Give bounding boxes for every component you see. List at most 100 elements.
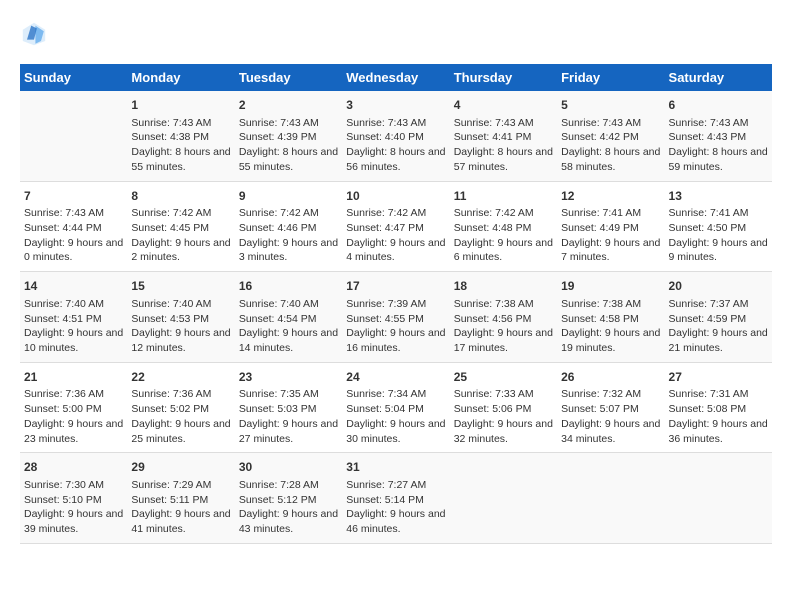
cell-info: Daylight: 9 hours and 10 minutes.	[24, 327, 123, 354]
day-number: 24	[346, 369, 445, 386]
day-number: 7	[24, 188, 123, 205]
day-number: 26	[561, 369, 660, 386]
day-number: 6	[669, 97, 768, 114]
days-of-week-row: SundayMondayTuesdayWednesdayThursdayFrid…	[20, 64, 772, 91]
cell-info: Daylight: 9 hours and 23 minutes.	[24, 418, 123, 445]
cell-info: Daylight: 9 hours and 41 minutes.	[131, 508, 230, 535]
cell-info: Sunset: 4:40 PM	[346, 131, 424, 143]
calendar-cell: 2Sunrise: 7:43 AMSunset: 4:39 PMDaylight…	[235, 91, 342, 181]
cell-info: Sunrise: 7:43 AM	[24, 207, 104, 219]
cell-info: Sunrise: 7:36 AM	[131, 388, 211, 400]
cell-info: Daylight: 9 hours and 21 minutes.	[669, 327, 768, 354]
cell-info: Daylight: 9 hours and 19 minutes.	[561, 327, 660, 354]
cell-info: Sunrise: 7:27 AM	[346, 479, 426, 491]
calendar-cell: 9Sunrise: 7:42 AMSunset: 4:46 PMDaylight…	[235, 181, 342, 272]
day-number: 30	[239, 459, 338, 476]
day-number: 8	[131, 188, 230, 205]
cell-info: Sunset: 5:11 PM	[131, 494, 208, 506]
cell-info: Sunrise: 7:28 AM	[239, 479, 319, 491]
day-number: 13	[669, 188, 768, 205]
calendar-cell: 8Sunrise: 7:42 AMSunset: 4:45 PMDaylight…	[127, 181, 234, 272]
day-number: 16	[239, 278, 338, 295]
cell-info: Sunrise: 7:38 AM	[454, 298, 534, 310]
day-number: 3	[346, 97, 445, 114]
calendar-header: SundayMondayTuesdayWednesdayThursdayFrid…	[20, 64, 772, 91]
cell-info: Sunrise: 7:39 AM	[346, 298, 426, 310]
cell-info: Daylight: 9 hours and 17 minutes.	[454, 327, 553, 354]
calendar-cell	[450, 453, 557, 544]
cell-info: Sunset: 5:04 PM	[346, 403, 424, 415]
calendar-cell: 1Sunrise: 7:43 AMSunset: 4:38 PMDaylight…	[127, 91, 234, 181]
cell-info: Daylight: 9 hours and 27 minutes.	[239, 418, 338, 445]
day-number: 14	[24, 278, 123, 295]
day-number: 23	[239, 369, 338, 386]
cell-info: Daylight: 9 hours and 25 minutes.	[131, 418, 230, 445]
day-number: 5	[561, 97, 660, 114]
cell-info: Daylight: 8 hours and 58 minutes.	[561, 146, 660, 173]
logo-icon	[20, 20, 48, 48]
day-number: 21	[24, 369, 123, 386]
day-number: 17	[346, 278, 445, 295]
day-number: 29	[131, 459, 230, 476]
cell-info: Sunrise: 7:32 AM	[561, 388, 641, 400]
calendar-cell	[557, 453, 664, 544]
cell-info: Sunrise: 7:43 AM	[454, 117, 534, 129]
day-header-thursday: Thursday	[450, 64, 557, 91]
day-number: 18	[454, 278, 553, 295]
cell-info: Sunset: 4:50 PM	[669, 222, 747, 234]
day-number: 4	[454, 97, 553, 114]
day-header-wednesday: Wednesday	[342, 64, 449, 91]
day-number: 19	[561, 278, 660, 295]
day-number: 2	[239, 97, 338, 114]
cell-info: Sunrise: 7:41 AM	[561, 207, 641, 219]
calendar-cell: 24Sunrise: 7:34 AMSunset: 5:04 PMDayligh…	[342, 362, 449, 453]
cell-info: Daylight: 8 hours and 59 minutes.	[669, 146, 768, 173]
cell-info: Daylight: 9 hours and 4 minutes.	[346, 237, 445, 264]
calendar-cell: 16Sunrise: 7:40 AMSunset: 4:54 PMDayligh…	[235, 272, 342, 363]
cell-info: Daylight: 9 hours and 14 minutes.	[239, 327, 338, 354]
cell-info: Sunrise: 7:42 AM	[239, 207, 319, 219]
cell-info: Sunrise: 7:43 AM	[239, 117, 319, 129]
cell-info: Daylight: 9 hours and 12 minutes.	[131, 327, 230, 354]
cell-info: Sunrise: 7:42 AM	[131, 207, 211, 219]
cell-info: Sunset: 4:46 PM	[239, 222, 317, 234]
calendar-cell: 25Sunrise: 7:33 AMSunset: 5:06 PMDayligh…	[450, 362, 557, 453]
calendar-cell: 28Sunrise: 7:30 AMSunset: 5:10 PMDayligh…	[20, 453, 127, 544]
cell-info: Sunset: 4:39 PM	[239, 131, 317, 143]
cell-info: Sunset: 4:56 PM	[454, 313, 532, 325]
cell-info: Sunrise: 7:43 AM	[346, 117, 426, 129]
cell-info: Sunset: 5:14 PM	[346, 494, 424, 506]
cell-info: Sunrise: 7:42 AM	[454, 207, 534, 219]
cell-info: Daylight: 9 hours and 46 minutes.	[346, 508, 445, 535]
cell-info: Sunset: 5:07 PM	[561, 403, 639, 415]
cell-info: Daylight: 8 hours and 57 minutes.	[454, 146, 553, 173]
cell-info: Sunrise: 7:33 AM	[454, 388, 534, 400]
cell-info: Daylight: 9 hours and 2 minutes.	[131, 237, 230, 264]
day-header-sunday: Sunday	[20, 64, 127, 91]
cell-info: Sunrise: 7:31 AM	[669, 388, 749, 400]
day-number: 10	[346, 188, 445, 205]
day-number: 1	[131, 97, 230, 114]
cell-info: Sunset: 4:54 PM	[239, 313, 317, 325]
cell-info: Sunrise: 7:42 AM	[346, 207, 426, 219]
cell-info: Sunset: 5:10 PM	[24, 494, 102, 506]
calendar-cell: 15Sunrise: 7:40 AMSunset: 4:53 PMDayligh…	[127, 272, 234, 363]
cell-info: Sunset: 4:58 PM	[561, 313, 639, 325]
calendar-cell: 7Sunrise: 7:43 AMSunset: 4:44 PMDaylight…	[20, 181, 127, 272]
calendar-cell: 13Sunrise: 7:41 AMSunset: 4:50 PMDayligh…	[665, 181, 772, 272]
cell-info: Sunrise: 7:43 AM	[561, 117, 641, 129]
calendar-cell: 30Sunrise: 7:28 AMSunset: 5:12 PMDayligh…	[235, 453, 342, 544]
day-number: 28	[24, 459, 123, 476]
calendar-cell: 6Sunrise: 7:43 AMSunset: 4:43 PMDaylight…	[665, 91, 772, 181]
calendar-cell: 12Sunrise: 7:41 AMSunset: 4:49 PMDayligh…	[557, 181, 664, 272]
cell-info: Daylight: 9 hours and 43 minutes.	[239, 508, 338, 535]
day-number: 12	[561, 188, 660, 205]
day-header-tuesday: Tuesday	[235, 64, 342, 91]
day-number: 11	[454, 188, 553, 205]
calendar-cell: 20Sunrise: 7:37 AMSunset: 4:59 PMDayligh…	[665, 272, 772, 363]
cell-info: Daylight: 9 hours and 39 minutes.	[24, 508, 123, 535]
day-header-saturday: Saturday	[665, 64, 772, 91]
cell-info: Daylight: 9 hours and 6 minutes.	[454, 237, 553, 264]
cell-info: Sunrise: 7:36 AM	[24, 388, 104, 400]
cell-info: Sunrise: 7:43 AM	[669, 117, 749, 129]
